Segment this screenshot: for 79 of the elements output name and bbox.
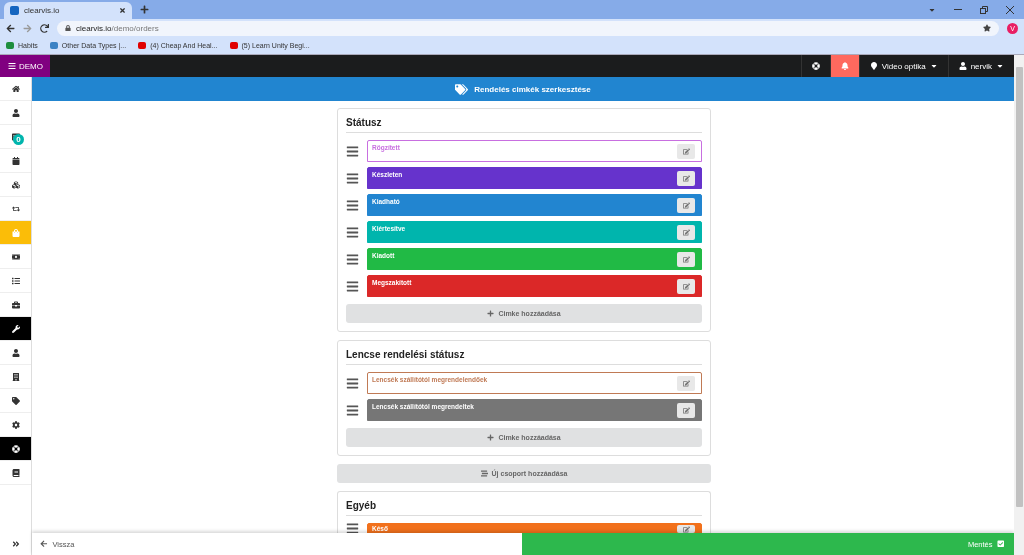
arrows-icon xyxy=(11,204,20,213)
money-icon xyxy=(11,252,20,261)
edit-icon xyxy=(682,283,690,290)
list-icon xyxy=(480,470,488,477)
browser-tab[interactable]: clearvis.io xyxy=(4,2,132,19)
edit-button[interactable] xyxy=(677,279,695,294)
sidebar-item[interactable] xyxy=(0,437,31,461)
edit-icon xyxy=(682,407,690,414)
back-icon[interactable] xyxy=(6,23,15,33)
favicon-icon xyxy=(10,6,19,15)
list-icon xyxy=(11,276,20,285)
star-icon[interactable] xyxy=(983,24,991,32)
brand-button[interactable]: DEMO xyxy=(0,55,50,77)
drag-handle-icon[interactable] xyxy=(346,523,359,533)
arrow-left-icon xyxy=(40,540,48,548)
edit-button[interactable] xyxy=(677,252,695,267)
group-title: Egyéb xyxy=(346,498,702,516)
drag-handle-icon[interactable] xyxy=(346,198,359,212)
address-bar[interactable]: clearvis.io/demo/orders xyxy=(57,20,999,36)
bell-icon xyxy=(840,62,849,70)
edit-button[interactable] xyxy=(677,225,695,240)
edit-icon xyxy=(682,525,690,533)
map-marker-icon xyxy=(869,62,878,70)
calendar-icon xyxy=(11,156,20,165)
minimize-icon[interactable] xyxy=(954,8,962,11)
menu-icon xyxy=(8,62,16,70)
edit-button[interactable] xyxy=(677,525,695,533)
close-icon[interactable] xyxy=(119,7,126,14)
caret-icon xyxy=(929,62,938,70)
building-icon xyxy=(11,372,20,381)
edit-icon xyxy=(682,175,690,182)
caret-icon xyxy=(996,62,1004,70)
edit-button[interactable] xyxy=(677,171,695,186)
drag-handle-icon[interactable] xyxy=(346,376,359,390)
edit-icon xyxy=(682,380,690,387)
checkbox-icon xyxy=(996,540,1004,548)
user-icon xyxy=(11,108,20,117)
user-icon xyxy=(11,348,20,357)
restore-icon[interactable] xyxy=(980,5,988,14)
reload-icon[interactable] xyxy=(40,23,49,33)
double-chevron-icon xyxy=(11,540,20,548)
cubes-icon xyxy=(11,180,20,189)
page-title: Rendelés cimkék szerkesztése xyxy=(474,84,591,94)
tags-icon xyxy=(455,82,469,96)
settings-icon xyxy=(11,420,20,429)
edit-icon xyxy=(682,202,690,209)
edit-button[interactable] xyxy=(677,144,695,159)
lifebuoy-icon xyxy=(11,444,20,453)
drag-handle-icon[interactable] xyxy=(346,171,359,185)
edit-button[interactable] xyxy=(677,376,695,391)
edit-icon xyxy=(682,256,690,263)
edit-button[interactable] xyxy=(677,198,695,213)
book-icon xyxy=(11,468,20,477)
lock-icon xyxy=(65,25,71,31)
sidebar-item[interactable] xyxy=(0,317,31,341)
drag-handle-icon[interactable] xyxy=(346,403,359,417)
edit-button[interactable] xyxy=(677,403,695,418)
lifebuoy-icon xyxy=(811,62,820,70)
new-tab-icon[interactable] xyxy=(140,5,149,14)
plus-icon xyxy=(487,434,495,441)
bag-icon xyxy=(11,228,20,237)
plus-icon xyxy=(487,310,495,317)
wrench-icon xyxy=(11,324,20,333)
drag-handle-icon[interactable] xyxy=(346,225,359,239)
briefcase-icon xyxy=(11,300,20,309)
home-icon xyxy=(11,84,20,93)
count-badge: 0 xyxy=(13,134,24,145)
notification-button[interactable] xyxy=(829,55,859,77)
group-title: Lencse rendelési státusz xyxy=(346,347,702,365)
edit-icon xyxy=(682,148,690,155)
tag-icon xyxy=(11,396,20,405)
drag-handle-icon[interactable] xyxy=(346,252,359,266)
scrollbar[interactable] xyxy=(1014,55,1024,555)
drag-handle-icon[interactable] xyxy=(346,279,359,293)
group-title: Státusz xyxy=(346,115,702,133)
drag-handle-icon[interactable] xyxy=(346,144,359,158)
edit-icon xyxy=(682,229,690,236)
close-icon[interactable] xyxy=(1006,5,1014,14)
user-icon xyxy=(958,62,967,70)
